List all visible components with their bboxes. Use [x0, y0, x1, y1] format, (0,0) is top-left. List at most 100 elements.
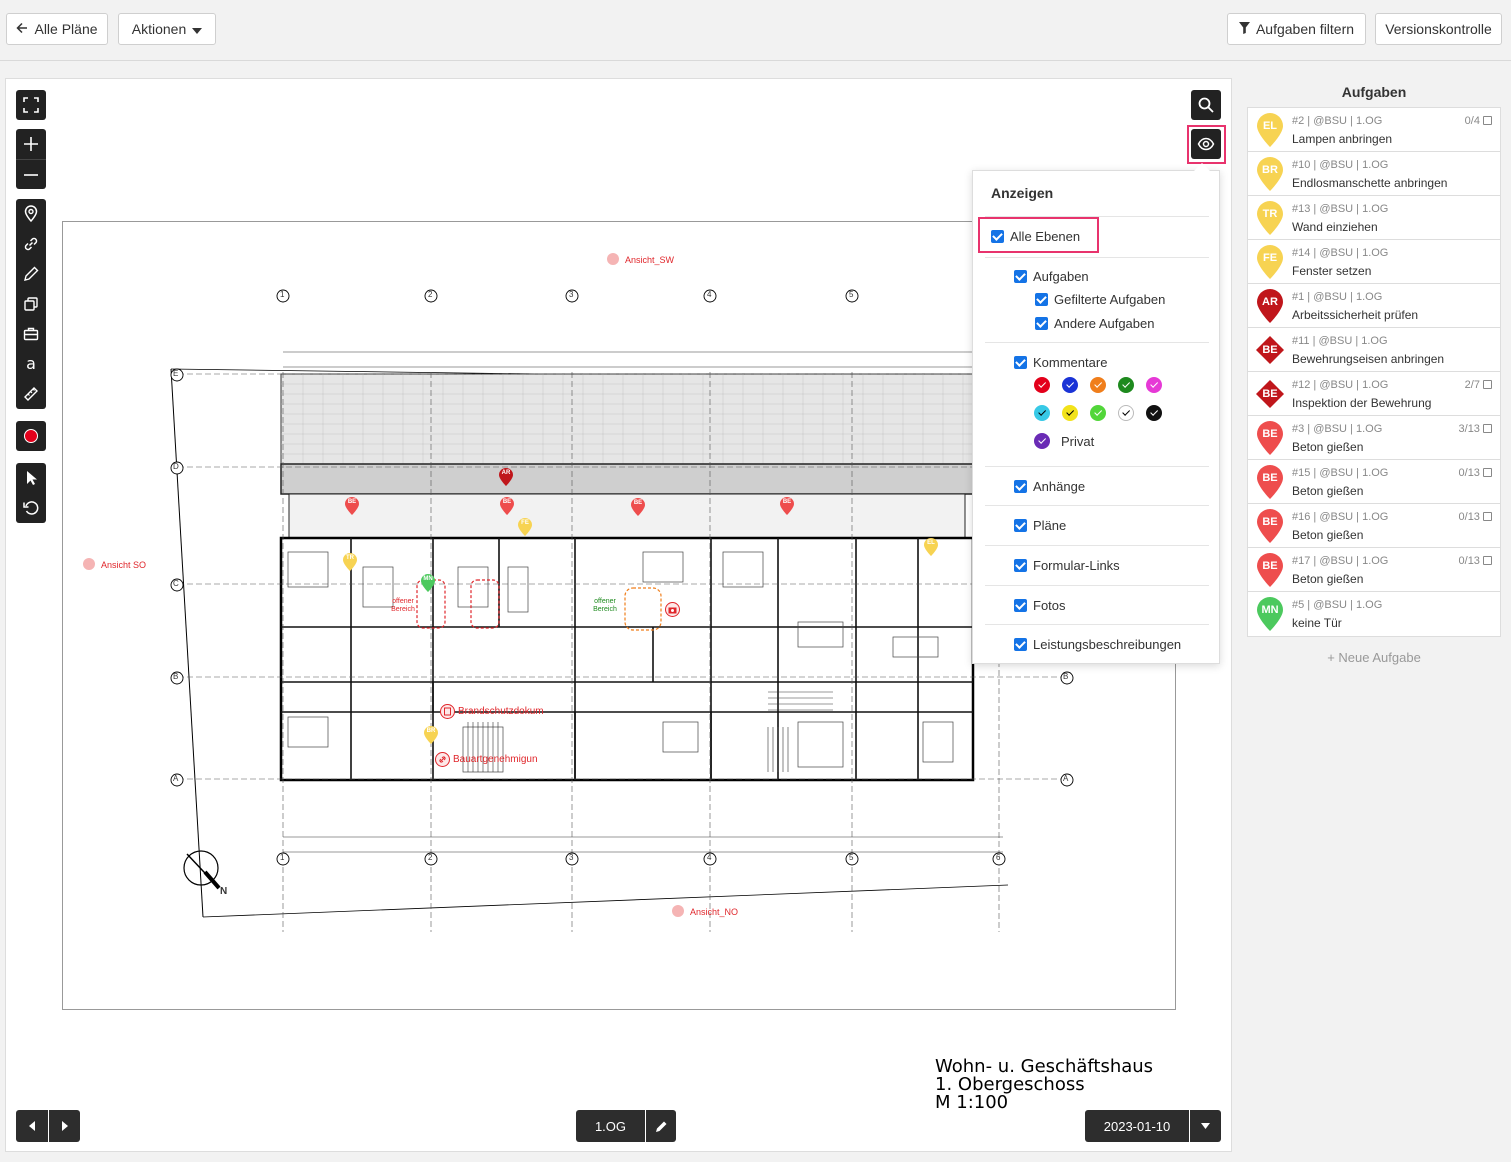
form-links-checkbox[interactable]: Formular-Links: [1014, 558, 1120, 573]
plan-task-pin[interactable]: BE: [780, 497, 794, 515]
back-to-plans-button[interactable]: Alle Pläne: [6, 13, 108, 45]
task-list-item[interactable]: BE #11 | @BSU | 1.OG Bewehrungseisen anbri…: [1248, 328, 1500, 372]
north-label: N: [220, 886, 228, 897]
task-list-item[interactable]: FE #14 | @BSU | 1.OG Fenster setzen: [1248, 240, 1500, 284]
task-meta: #11 | @BSU | 1.OG: [1292, 335, 1388, 347]
open-area-label: offener Bereich: [391, 598, 415, 613]
checkbox-checked-icon: [1014, 356, 1027, 369]
task-list-item[interactable]: AR #1 | @BSU | 1.OG Arbeitssicherheit prüf…: [1248, 284, 1500, 328]
text-tool-button[interactable]: a: [16, 349, 46, 379]
other-tasks-checkbox[interactable]: Andere Aufgaben: [1035, 316, 1154, 331]
zoom-out-button[interactable]: [16, 159, 46, 189]
back-label: Alle Pläne: [34, 21, 98, 37]
undo-button[interactable]: [16, 493, 46, 523]
attachments-checkbox[interactable]: Anhänge: [1014, 479, 1085, 494]
view-marker-dot[interactable]: [672, 905, 684, 917]
plan-task-pin[interactable]: FE: [518, 518, 532, 536]
task-list-item[interactable]: MN #5 | @BSU | 1.OG keine Tür: [1248, 592, 1500, 636]
comments-checkbox[interactable]: Kommentare: [1014, 355, 1107, 370]
photo-camera-icon[interactable]: [665, 602, 680, 617]
filtered-tasks-label: Gefilterte Aufgaben: [1054, 292, 1166, 307]
tasks-checkbox[interactable]: Aufgaben: [1014, 269, 1089, 284]
next-plan-button[interactable]: [49, 1110, 80, 1142]
link-tool-button[interactable]: [16, 229, 46, 259]
attachment-pin-icon[interactable]: [440, 704, 455, 719]
plan-task-pin[interactable]: BE: [631, 498, 645, 516]
task-list-item[interactable]: BE #16 | @BSU | 1.OG Beton gießen 0/13: [1248, 504, 1500, 548]
edit-floor-button[interactable]: [646, 1110, 676, 1142]
view-marker-dot[interactable]: [83, 558, 95, 570]
color-picker-button[interactable]: [16, 421, 46, 451]
previous-plan-button[interactable]: [16, 1110, 48, 1142]
attachments-label: Anhänge: [1033, 479, 1086, 494]
plan-task-pin[interactable]: EL: [924, 538, 938, 556]
plan-title-block: Wohn- u. Geschäftshaus 1. Obergeschoss M…: [935, 1058, 1153, 1112]
measure-tool-button[interactable]: [16, 379, 46, 409]
plans-checkbox[interactable]: Pläne: [1014, 518, 1066, 533]
version-control-button[interactable]: Versionskontrolle: [1375, 13, 1502, 45]
zoom-in-button[interactable]: [16, 129, 46, 159]
task-name: Inspektion der Bewehrung: [1292, 396, 1432, 410]
tasks-list: EL #2 | @BSU | 1.OG Lampen anbringen 0/4 BR…: [1247, 107, 1501, 637]
filter-tasks-button[interactable]: Aufgaben filtern: [1227, 13, 1366, 45]
visibility-toggle-button[interactable]: [1191, 129, 1221, 159]
task-name: Beton gießen: [1292, 528, 1364, 542]
filtered-tasks-checkbox[interactable]: Gefilterte Aufgaben: [1035, 292, 1165, 307]
search-plan-button[interactable]: [1191, 90, 1221, 120]
version-date-dropdown[interactable]: [1190, 1110, 1221, 1142]
copy-tool-button[interactable]: [16, 289, 46, 319]
view-so-label[interactable]: Ansicht SO: [101, 560, 146, 570]
plan-task-pin[interactable]: BR: [424, 726, 438, 744]
form-link-icon[interactable]: [435, 752, 450, 767]
north-arrow: [183, 850, 221, 890]
comment-color-red[interactable]: [1034, 377, 1050, 393]
comment-color-black[interactable]: [1146, 405, 1162, 421]
comment-color-orange[interactable]: [1090, 377, 1106, 393]
plan-task-pin[interactable]: MN: [421, 574, 435, 592]
photos-checkbox[interactable]: Fotos: [1014, 598, 1066, 613]
comment-color-magenta[interactable]: [1146, 377, 1162, 393]
view-marker-dot[interactable]: [607, 253, 619, 265]
comment-color-yellow[interactable]: [1062, 405, 1078, 421]
select-tool-button[interactable]: [16, 463, 46, 493]
comment-color-private[interactable]: [1034, 433, 1050, 449]
new-task-button[interactable]: + Neue Aufgabe: [1248, 650, 1500, 665]
comments-label: Kommentare: [1033, 355, 1108, 370]
plan-task-pin[interactable]: AR: [499, 468, 513, 486]
floor-selector[interactable]: 1.OG: [576, 1110, 645, 1142]
task-list-item[interactable]: BE #17 | @BSU | 1.OG Beton gießen 0/13: [1248, 548, 1500, 592]
comment-color-white[interactable]: [1118, 405, 1134, 421]
actions-label: Aktionen: [131, 21, 187, 37]
service-descriptions-checkbox[interactable]: Leistungsbeschreibungen: [1014, 637, 1181, 652]
axis-number: 5: [849, 290, 854, 299]
axis-number: 2: [428, 290, 433, 299]
other-tasks-label: Andere Aufgaben: [1054, 316, 1155, 331]
permit-label[interactable]: Bauartgenehmigun: [453, 754, 538, 765]
comment-color-cyan[interactable]: [1034, 405, 1050, 421]
comment-color-lime[interactable]: [1090, 405, 1106, 421]
plan-task-pin[interactable]: BE: [345, 497, 359, 515]
comment-color-blue[interactable]: [1062, 377, 1078, 393]
comment-color-green[interactable]: [1118, 377, 1134, 393]
fire-doc-label[interactable]: Brandschutzdokum: [458, 706, 544, 717]
all-layers-checkbox[interactable]: Alle Ebenen: [991, 229, 1080, 244]
briefcase-tool-button[interactable]: [16, 319, 46, 349]
task-list-item[interactable]: TR #13 | @BSU | 1.OG Wand einziehen: [1248, 196, 1500, 240]
fullscreen-button[interactable]: [16, 90, 46, 120]
version-date-selector[interactable]: 2023-01-10: [1085, 1110, 1189, 1142]
task-list-item[interactable]: BE #15 | @BSU | 1.OG Beton gießen 0/13: [1248, 460, 1500, 504]
task-list-item[interactable]: BE #3 | @BSU | 1.OG Beton gießen 3/13: [1248, 416, 1500, 460]
fullscreen-tool-group: [16, 90, 46, 120]
plan-task-pin[interactable]: BE: [500, 497, 514, 515]
task-marker-icon: FE: [1257, 245, 1283, 279]
plan-task-pin[interactable]: TR: [343, 553, 357, 571]
task-list-item[interactable]: EL #2 | @BSU | 1.OG Lampen anbringen 0/4: [1248, 108, 1500, 152]
pen-tool-button[interactable]: [16, 259, 46, 289]
task-list-item[interactable]: BR #10 | @BSU | 1.OG Endlosmanschette anbr…: [1248, 152, 1500, 196]
actions-dropdown[interactable]: Aktionen: [118, 13, 216, 45]
caret-down-icon: [192, 21, 203, 37]
view-sw-label[interactable]: Ansicht_SW: [625, 255, 674, 265]
view-no-label[interactable]: Ansicht_NO: [690, 907, 738, 917]
task-list-item[interactable]: BE #12 | @BSU | 1.OG Inspektion der Bewehr…: [1248, 372, 1500, 416]
pin-tool-button[interactable]: [16, 199, 46, 229]
